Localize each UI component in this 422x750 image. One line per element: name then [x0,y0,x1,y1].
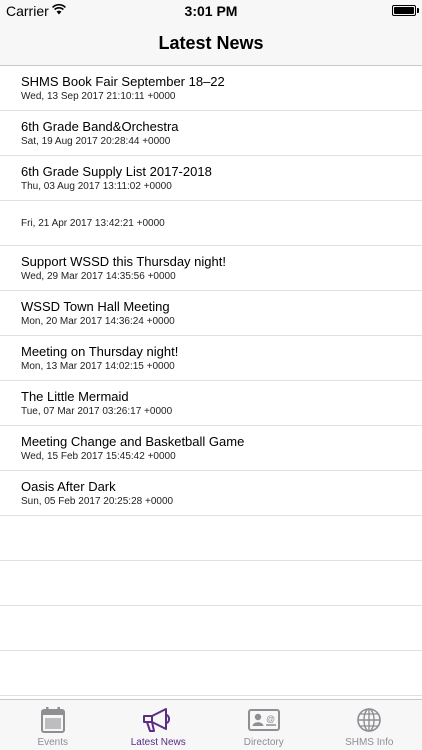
news-row[interactable]: Meeting on Thursday night! Mon, 13 Mar 2… [0,336,422,381]
news-row[interactable]: Support WSSD this Thursday night! Wed, 2… [0,246,422,291]
news-date: Sun, 05 Feb 2017 20:25:28 +0000 [21,496,174,507]
empty-row [0,561,422,606]
empty-row [0,516,422,561]
news-date: Tue, 07 Mar 2017 03:26:17 +0000 [21,406,173,417]
status-time: 3:01 PM [184,3,238,19]
svg-text:@: @ [266,714,275,724]
tab-label: SHMS Info [345,737,394,748]
tab-latest-news[interactable]: Latest News [106,700,212,750]
news-title: Meeting on Thursday night! [21,344,179,359]
news-row[interactable]: 6th Grade Band&Orchestra Sat, 19 Aug 201… [0,111,422,156]
calendar-icon [40,707,65,733]
news-title: 6th Grade Band&Orchestra [21,119,179,134]
battery-icon [392,5,416,16]
news-date: Mon, 13 Mar 2017 14:02:15 +0000 [21,361,175,372]
megaphone-icon [143,708,171,732]
news-row[interactable]: The Little Mermaid Tue, 07 Mar 2017 03:2… [0,381,422,426]
navigation-bar: Latest News [0,22,422,66]
empty-row [0,651,422,696]
news-row[interactable]: Meeting Change and Basketball Game Wed, … [0,426,422,471]
news-row[interactable]: Fri, 21 Apr 2017 13:42:21 +0000 [0,201,422,246]
news-date: Fri, 21 Apr 2017 13:42:21 +0000 [21,218,165,229]
tab-shms-info[interactable]: SHMS Info [317,700,422,750]
news-title: SHMS Book Fair September 18–22 [21,74,225,89]
news-title: Support WSSD this Thursday night! [21,254,226,269]
news-row[interactable]: SHMS Book Fair September 18–22 Wed, 13 S… [0,66,422,111]
news-date: Wed, 29 Mar 2017 14:35:56 +0000 [21,271,176,282]
news-list[interactable]: SHMS Book Fair September 18–22 Wed, 13 S… [0,66,422,699]
news-title: Meeting Change and Basketball Game [21,434,245,449]
tab-events[interactable]: Events [0,700,106,750]
news-row[interactable]: 6th Grade Supply List 2017-2018 Thu, 03 … [0,156,422,201]
status-bar: Carrier 3:01 PM [0,0,422,22]
battery-nub [417,8,419,13]
news-title: The Little Mermaid [21,389,129,404]
tab-label: Latest News [130,737,186,748]
empty-row [0,606,422,651]
news-title: 6th Grade Supply List 2017-2018 [21,164,212,179]
news-date: Thu, 03 Aug 2017 13:11:02 +0000 [21,181,172,192]
tab-label: Directory [243,737,284,748]
tab-directory[interactable]: @ Directory [211,700,317,750]
news-row[interactable]: WSSD Town Hall Meeting Mon, 20 Mar 2017 … [0,291,422,336]
news-title: Oasis After Dark [21,479,116,494]
news-row[interactable]: Oasis After Dark Sun, 05 Feb 2017 20:25:… [0,471,422,516]
tab-bar: Events Latest News @ Directory SHMS Info [0,699,422,750]
news-date: Sat, 19 Aug 2017 20:28:44 +0000 [21,136,171,147]
news-date: Mon, 20 Mar 2017 14:36:24 +0000 [21,316,175,327]
tab-label: Events [37,737,69,748]
page-title: Latest News [158,33,264,53]
news-title: WSSD Town Hall Meeting [21,299,170,314]
contact-card-icon: @ [247,709,280,731]
globe-icon [357,708,382,732]
news-date: Wed, 13 Sep 2017 21:10:11 +0000 [21,91,176,102]
news-date: Wed, 15 Feb 2017 15:45:42 +0000 [21,451,176,462]
